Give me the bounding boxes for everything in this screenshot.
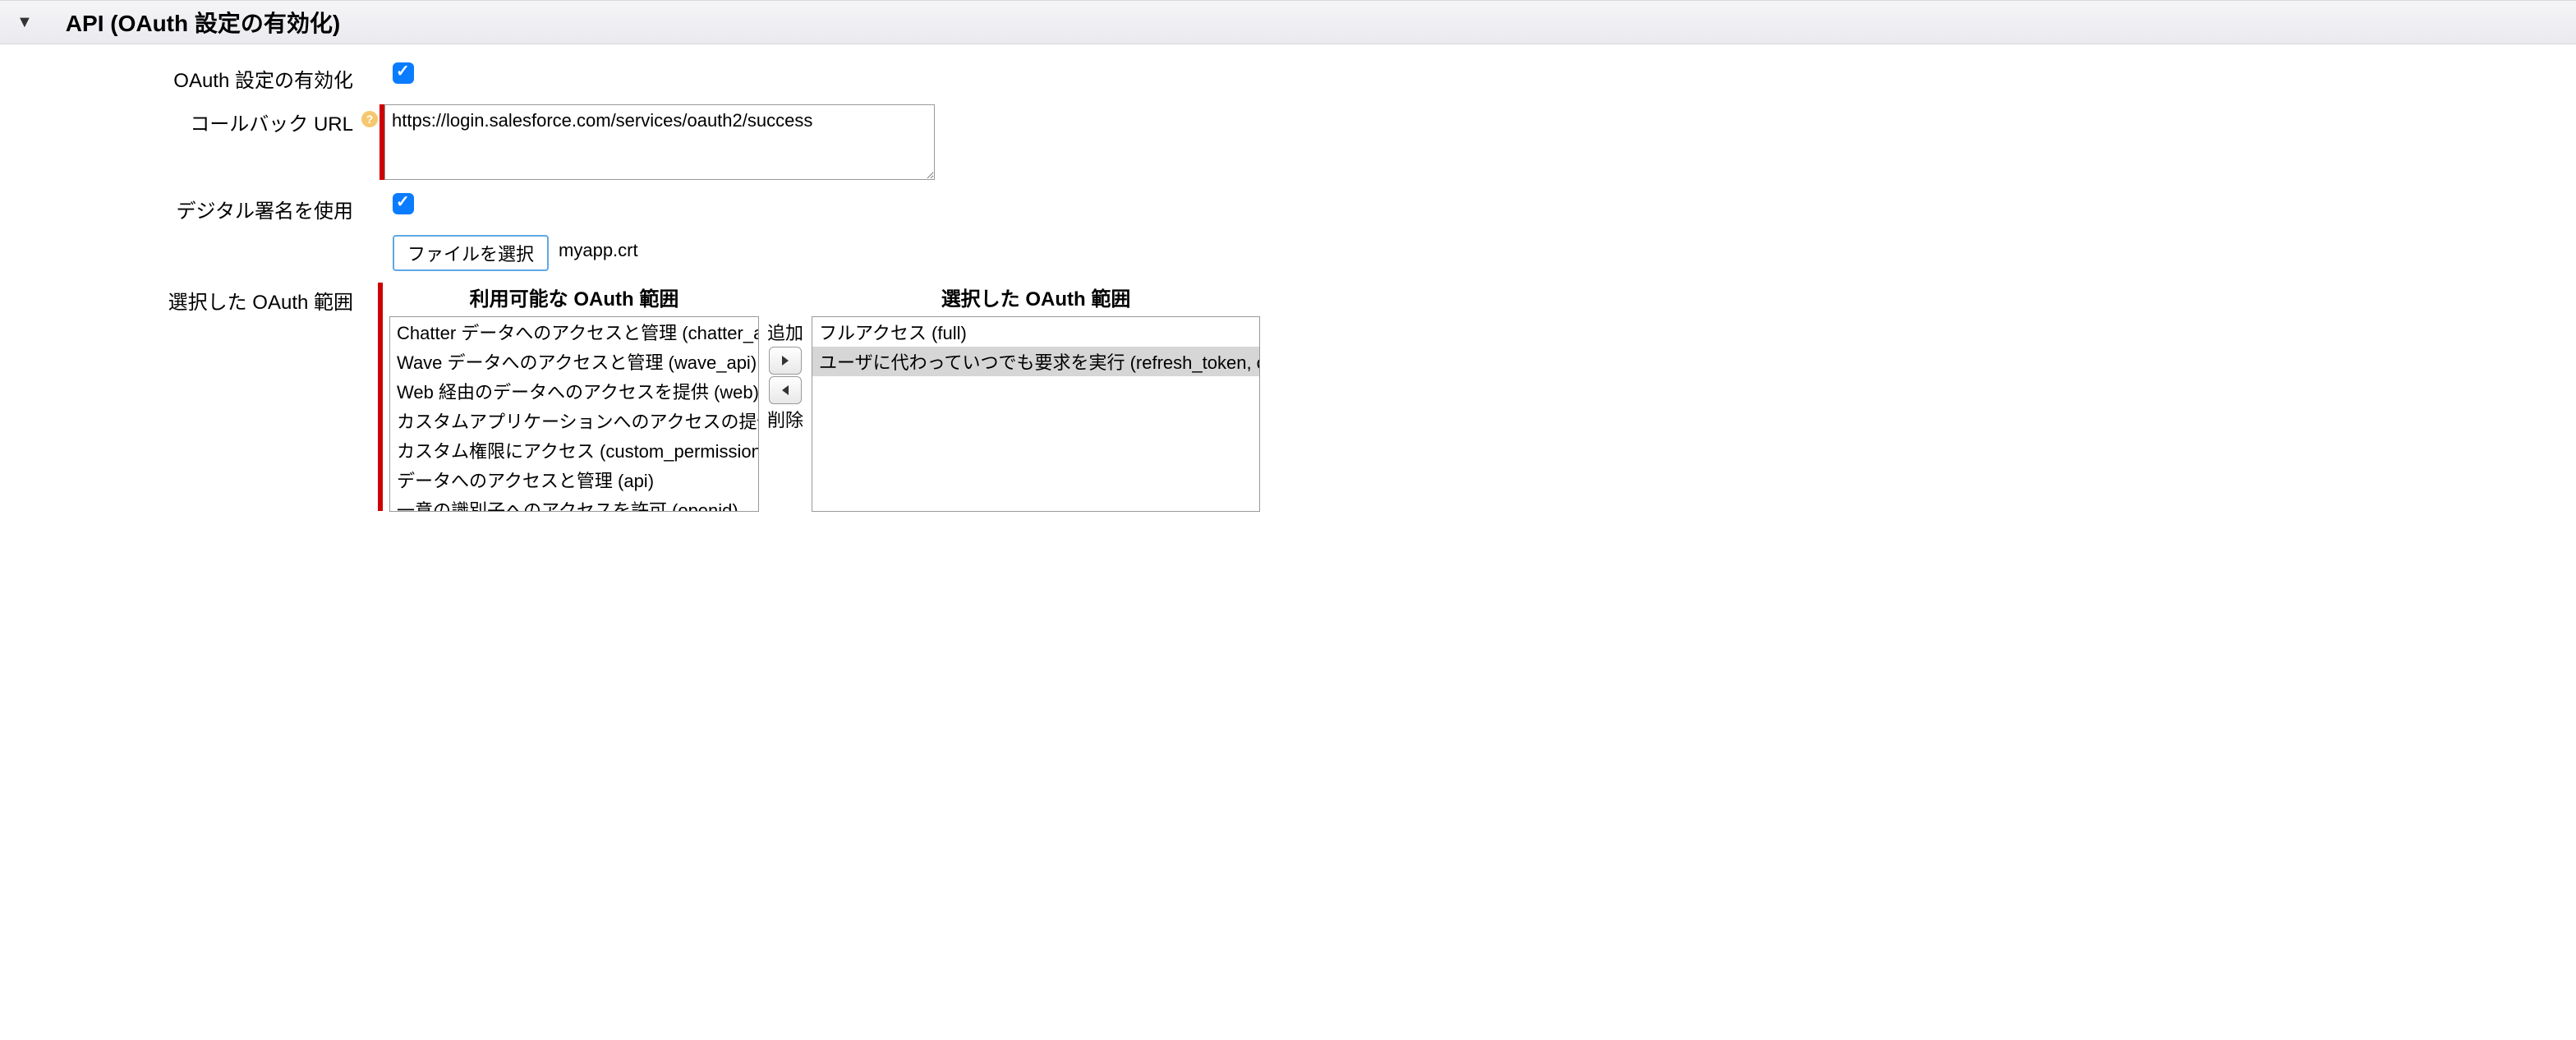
transfer-buttons: 追加 削除 <box>767 319 803 432</box>
available-scopes-listbox[interactable]: Chatter データへのアクセスと管理 (chatter_api)Wave デ… <box>389 316 759 512</box>
label-digital-signature: デジタル署名を使用 <box>0 191 361 223</box>
row-oauth-scopes: 選択した OAuth 範囲 利用可能な OAuth 範囲 Chatter データ… <box>0 283 2576 512</box>
scope-option[interactable]: ユーザに代わっていつでも要求を実行 (refresh_token, offlin… <box>812 347 1259 376</box>
checkbox-digital-signature[interactable] <box>393 193 414 214</box>
selected-scopes-column: 選択した OAuth 範囲 フルアクセス (full)ユーザに代わっていつでも要… <box>812 283 1260 512</box>
row-enable-oauth: OAuth 設定の有効化 <box>0 61 2576 93</box>
scope-option[interactable]: Web 経由のデータへのアクセスを提供 (web) <box>390 376 758 406</box>
file-choose-button[interactable]: ファイルを選択 <box>393 235 549 271</box>
scope-option[interactable]: フルアクセス (full) <box>812 317 1259 347</box>
section-header: ▼ API (OAuth 設定の有効化) <box>0 0 2576 44</box>
row-file-upload: ファイルを選択 myapp.crt <box>0 235 2576 271</box>
scope-option[interactable]: Wave データへのアクセスと管理 (wave_api) <box>390 347 758 376</box>
scope-option[interactable]: 一意の識別子へのアクセスを許可 (openid) <box>390 495 758 512</box>
remove-scope-button[interactable] <box>769 376 802 404</box>
label-file-upload <box>0 235 361 238</box>
row-callback-url: コールバック URL ? <box>0 104 2576 180</box>
required-indicator <box>378 283 383 511</box>
selected-scopes-header: 選択した OAuth 範囲 <box>941 283 1131 311</box>
collapse-triangle-icon[interactable]: ▼ <box>16 13 33 32</box>
scope-option[interactable]: カスタム権限にアクセス (custom_permissions) <box>390 435 758 465</box>
help-icon[interactable]: ? <box>361 111 378 127</box>
scope-option[interactable]: データへのアクセスと管理 (api) <box>390 465 758 495</box>
label-callback-url: コールバック URL <box>0 104 361 136</box>
row-digital-signature: デジタル署名を使用 <box>0 191 2576 223</box>
selected-scopes-listbox[interactable]: フルアクセス (full)ユーザに代わっていつでも要求を実行 (refresh_… <box>812 316 1260 512</box>
add-scope-button[interactable] <box>769 347 802 375</box>
available-scopes-column: 利用可能な OAuth 範囲 Chatter データへのアクセスと管理 (cha… <box>389 283 759 512</box>
available-scopes-header: 利用可能な OAuth 範囲 <box>470 283 679 311</box>
label-oauth-scopes: 選択した OAuth 範囲 <box>0 283 361 315</box>
arrow-right-icon <box>780 355 790 366</box>
checkbox-enable-oauth[interactable] <box>393 62 414 84</box>
scope-option[interactable]: カスタムアプリケーションへのアクセスの提供 (visualforce) <box>390 406 758 435</box>
scope-option[interactable]: Chatter データへのアクセスと管理 (chatter_api) <box>390 317 758 347</box>
label-enable-oauth: OAuth 設定の有効化 <box>0 61 361 93</box>
file-name-display: myapp.crt <box>559 235 638 261</box>
add-label: 追加 <box>767 319 803 345</box>
arrow-left-icon <box>780 384 790 396</box>
section-title: API (OAuth 設定の有効化) <box>66 6 340 39</box>
remove-label: 削除 <box>767 406 803 432</box>
callback-url-input[interactable] <box>384 104 935 180</box>
